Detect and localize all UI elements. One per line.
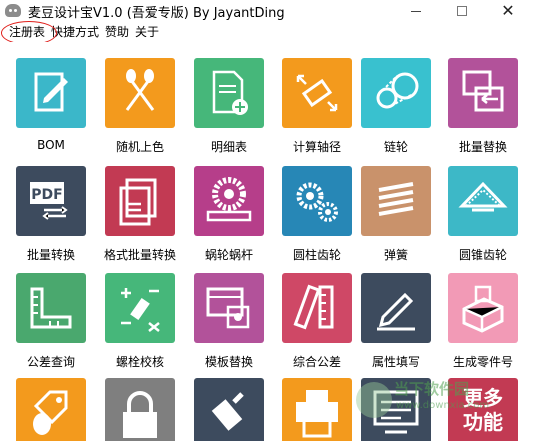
menu-bar: 注册表 快捷方式 赞助 关于 <box>0 22 533 42</box>
more-functions-text: 更多功能 <box>463 386 503 434</box>
paint-brushes-icon <box>125 69 155 111</box>
tool-tile-spur-gear[interactable] <box>282 166 352 236</box>
lock-icon <box>123 391 157 438</box>
tool-tile-lock[interactable] <box>105 378 175 441</box>
tool-tile-shaft[interactable] <box>282 58 352 128</box>
close-icon: ✕ <box>501 1 515 20</box>
tool-tile-more[interactable]: 更多功能 <box>448 378 518 441</box>
tool-tile-format-convert[interactable] <box>105 166 175 236</box>
tool-grid: BOM 随机上色 明细表 计算轴径 链轮 批量替换 PDF 批量转换 格式批量转换 蜗轮蜗杆 圆柱齿… <box>0 42 533 441</box>
worm-gear-icon <box>206 177 252 222</box>
shaft-icon <box>296 74 338 112</box>
usb-icon <box>211 392 244 431</box>
tool-label[interactable]: 链轮 <box>346 138 446 155</box>
tag-icon <box>33 390 68 435</box>
spring-icon <box>378 182 414 216</box>
pdf-convert-icon: PDF <box>30 182 68 220</box>
ruler-square-icon <box>30 287 72 329</box>
tool-label[interactable]: 批量替换 <box>433 138 533 155</box>
tool-label[interactable]: 格式批量转换 <box>90 246 190 263</box>
tool-tile-spring[interactable] <box>361 166 431 236</box>
ruler-pencil-icon <box>293 284 334 330</box>
tool-tile-worm-gear[interactable] <box>194 166 264 236</box>
tool-tile-pdf-convert[interactable]: PDF <box>16 166 86 236</box>
tool-label[interactable]: 属性填写 <box>346 353 446 370</box>
tool-tile-ruler-pencil[interactable] <box>282 273 352 343</box>
tool-label[interactable]: 模板替换 <box>179 353 279 370</box>
tool-label[interactable]: 随机上色 <box>90 138 190 155</box>
replace-icon <box>462 70 504 112</box>
chain-icon <box>376 72 419 109</box>
part-block-icon <box>462 285 504 333</box>
menu-about[interactable]: 关于 <box>132 22 162 42</box>
app-icon[interactable] <box>5 4 21 17</box>
menu-shortcuts[interactable]: 快捷方式 <box>48 22 102 42</box>
menu-registry[interactable]: 注册表 <box>6 22 48 42</box>
bevel-gear-icon <box>458 181 508 212</box>
close-button[interactable]: ✕ <box>485 0 531 22</box>
tool-tile-monitor[interactable] <box>361 378 431 441</box>
tool-label[interactable]: BOM <box>1 138 101 152</box>
monitor-icon <box>373 390 419 434</box>
tool-tile-edit-document[interactable] <box>16 58 86 128</box>
tool-tile-part-block[interactable] <box>448 273 518 343</box>
svg-text:PDF: PDF <box>31 187 62 203</box>
tool-tile-bolt-calc[interactable] <box>105 273 175 343</box>
format-convert-icon <box>119 178 157 226</box>
template-icon <box>206 287 250 329</box>
tool-label[interactable]: 弹簧 <box>346 246 446 263</box>
tool-tile-bevel-gear[interactable] <box>448 166 518 236</box>
maximize-button[interactable] <box>439 0 485 22</box>
minimize-icon <box>411 10 421 12</box>
tool-label[interactable]: 螺栓校核 <box>90 353 190 370</box>
window-title: 麦豆设计宝V1.0 (吾爱专版) By JayantDing <box>28 6 285 21</box>
menu-sponsor[interactable]: 赞助 <box>102 22 132 42</box>
tool-tile-usb[interactable] <box>194 378 264 441</box>
tool-tile-pencil-line[interactable] <box>361 273 431 343</box>
bolt-calc-icon <box>121 288 160 332</box>
tool-tile-chain[interactable] <box>361 58 431 128</box>
tool-label[interactable]: 批量转换 <box>1 246 101 263</box>
tool-tile-replace[interactable] <box>448 58 518 128</box>
tool-label[interactable]: 圆锥齿轮 <box>433 246 533 263</box>
tool-label[interactable]: 公差查询 <box>1 353 101 370</box>
tool-label[interactable]: 明细表 <box>179 138 279 155</box>
minimize-button[interactable] <box>393 0 439 22</box>
tool-tile-document-add[interactable] <box>194 58 264 128</box>
document-add-icon <box>212 70 248 115</box>
tool-tile-template[interactable] <box>194 273 264 343</box>
tool-tile-paint-brushes[interactable] <box>105 58 175 128</box>
tool-tile-tag[interactable] <box>16 378 86 441</box>
spur-gear-icon <box>296 182 338 222</box>
title-bar: 麦豆设计宝V1.0 (吾爱专版) By JayantDing ✕ <box>0 0 533 22</box>
tool-tile-printer[interactable] <box>282 378 352 441</box>
pencil-line-icon <box>377 292 415 331</box>
maximize-icon <box>457 6 467 16</box>
edit-document-icon <box>34 72 68 112</box>
printer-icon <box>296 390 338 438</box>
tool-label[interactable]: 生成零件号 <box>433 353 533 370</box>
tool-tile-ruler-square[interactable] <box>16 273 86 343</box>
tool-label[interactable]: 蜗轮蜗杆 <box>179 246 279 263</box>
